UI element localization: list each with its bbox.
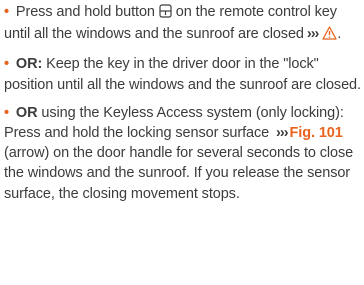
warning-triangle-icon (322, 26, 338, 46)
reference-arrows: ››› (306, 26, 319, 43)
list-item-remote-key: • Press and hold button on the remote co… (4, 2, 364, 46)
list-item-driver-door: • OR: Keep the key in the driver door in… (4, 54, 364, 94)
item1-text-before: Press and hold button (15, 4, 155, 20)
reference-arrows: ››› (276, 125, 288, 142)
item2-lead: OR: (15, 56, 43, 73)
figure-reference-link[interactable]: Fig. 101 (290, 125, 343, 141)
bullet-icon: • (4, 4, 9, 20)
item1-tail: . (337, 26, 342, 43)
item2-text: Keep the key in the driver door in the "… (4, 56, 361, 93)
bullet-icon: • (4, 56, 9, 73)
bullet-icon: • (4, 104, 9, 121)
list-item-keyless-access: • OR using the Keyless Access system (on… (4, 103, 364, 204)
item3-lead: OR (15, 104, 38, 121)
lock-button-icon (159, 4, 172, 24)
item3-text-after: (arrow) on the door handle for several s… (4, 145, 354, 202)
instruction-list: • Press and hold button on the remote co… (0, 0, 364, 285)
